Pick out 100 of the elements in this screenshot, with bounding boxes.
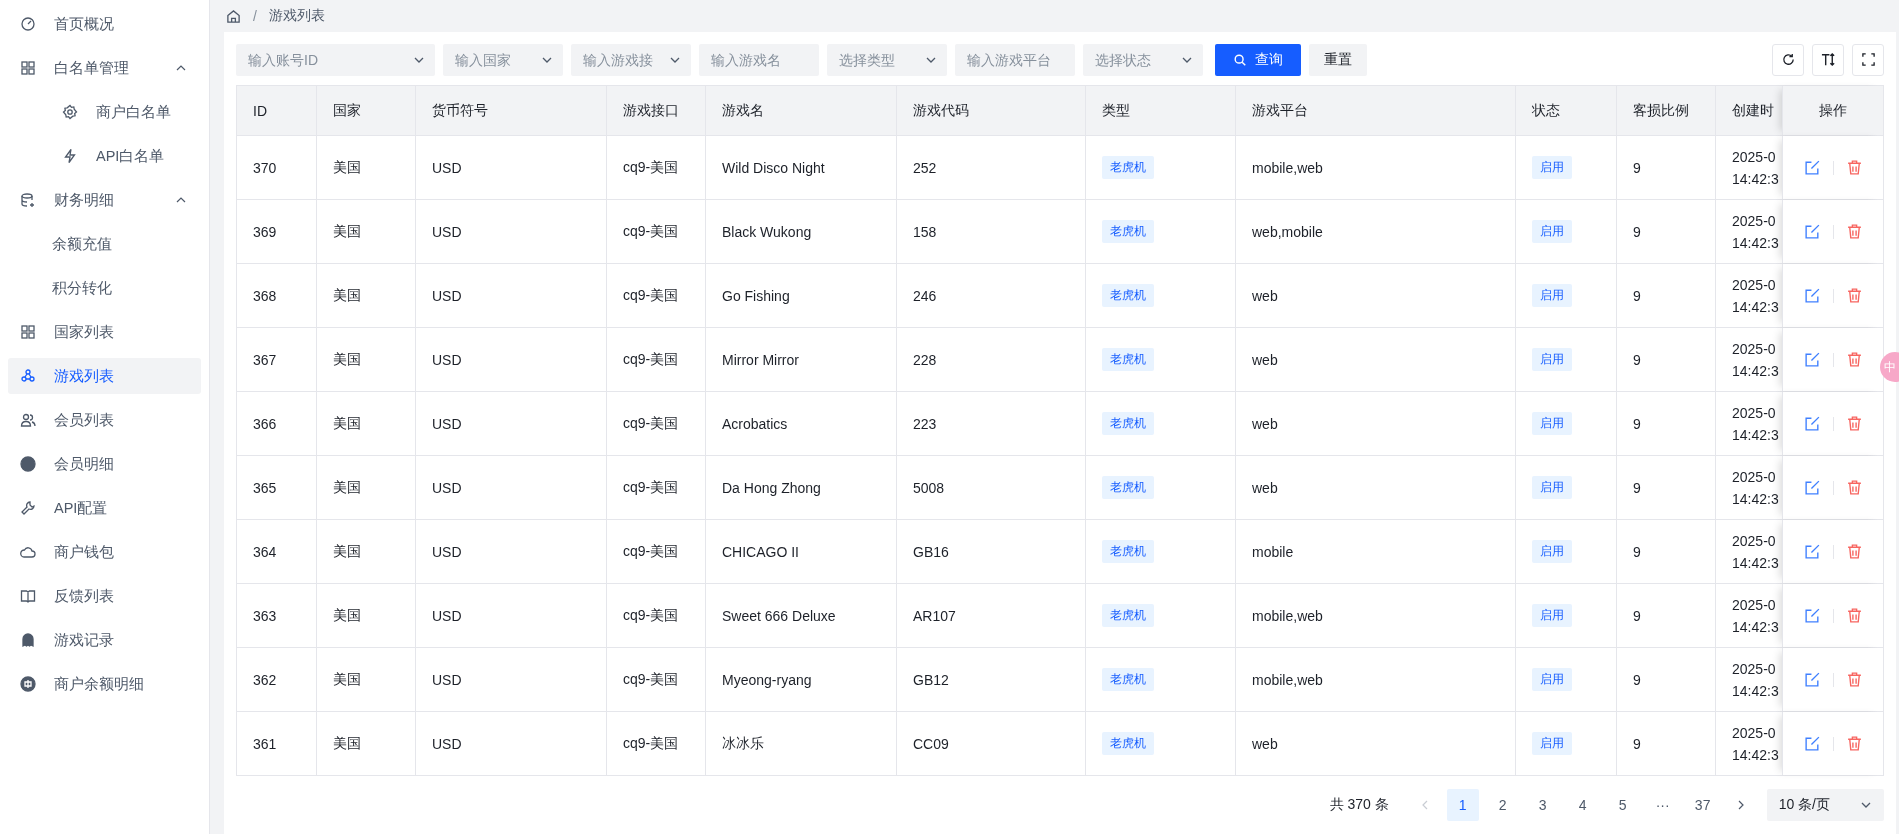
table-cell: 246 bbox=[913, 287, 937, 304]
input-field[interactable]: 输入游戏名 bbox=[699, 43, 819, 76]
wrench-icon bbox=[20, 500, 36, 516]
table-cell: 2025-0 14:42:3 bbox=[1732, 724, 1779, 763]
table-cell: 365 bbox=[253, 479, 277, 496]
edit-icon[interactable] bbox=[1803, 735, 1821, 752]
table-cell: web,mobile bbox=[1252, 223, 1323, 240]
table-cell: CHICAGO II bbox=[722, 543, 799, 560]
edit-icon[interactable] bbox=[1803, 159, 1821, 176]
sidebar-subitem[interactable]: API白名单 bbox=[8, 138, 201, 174]
sidebar-item[interactable]: 反馈列表 bbox=[8, 578, 201, 614]
edit-icon[interactable] bbox=[1803, 479, 1821, 496]
sidebar-subitem[interactable]: 商户白名单 bbox=[8, 94, 201, 130]
table-cell: mobile,web bbox=[1252, 159, 1323, 176]
sidebar-subitem[interactable]: 积分转化 bbox=[8, 270, 201, 306]
delete-icon[interactable] bbox=[1845, 479, 1863, 496]
table-cell: cq9-美国 bbox=[623, 542, 679, 561]
sidebar-subitem[interactable]: 余额充值 bbox=[8, 226, 201, 262]
table-cell: 9 bbox=[1633, 351, 1641, 368]
column-header: 游戏接口 bbox=[606, 86, 705, 135]
edit-icon[interactable] bbox=[1803, 223, 1821, 240]
text-size-icon bbox=[1820, 52, 1836, 67]
table-cell: 9 bbox=[1633, 735, 1641, 752]
gear-icon bbox=[62, 104, 78, 120]
table-cell: 9 bbox=[1633, 479, 1641, 496]
gauge-icon bbox=[20, 16, 36, 32]
sidebar-item[interactable]: 游戏列表 bbox=[8, 358, 201, 394]
table-cell: 美国 bbox=[333, 158, 361, 177]
sidebar-item[interactable]: 财务明细 bbox=[8, 182, 201, 218]
edit-icon[interactable] bbox=[1803, 287, 1821, 304]
delete-icon[interactable] bbox=[1845, 223, 1863, 240]
table-cell: 2025-0 14:42:3 bbox=[1732, 532, 1779, 571]
cloud-icon bbox=[20, 544, 36, 560]
sidebar-item[interactable]: 商户余额明细 bbox=[8, 666, 201, 702]
delete-icon[interactable] bbox=[1845, 735, 1863, 752]
delete-icon[interactable] bbox=[1845, 415, 1863, 432]
sidebar-item[interactable]: 商户钱包 bbox=[8, 534, 201, 570]
table-cell: 366 bbox=[253, 415, 277, 432]
search-button[interactable]: 查询 bbox=[1215, 43, 1301, 76]
delete-icon[interactable] bbox=[1845, 671, 1863, 688]
page-button[interactable]: ··· bbox=[1646, 789, 1679, 821]
tag: 老虎机 bbox=[1102, 476, 1154, 499]
delete-icon[interactable] bbox=[1845, 287, 1863, 304]
fullscreen-button[interactable] bbox=[1852, 43, 1884, 76]
table-cell: 9 bbox=[1633, 607, 1641, 624]
home-icon[interactable] bbox=[226, 8, 241, 24]
table-cell: cq9-美国 bbox=[623, 222, 679, 241]
delete-icon[interactable] bbox=[1845, 351, 1863, 368]
delete-icon[interactable] bbox=[1845, 159, 1863, 176]
edit-icon[interactable] bbox=[1803, 415, 1821, 432]
text-size-button[interactable] bbox=[1812, 43, 1844, 76]
table-cell: 2025-0 14:42:3 bbox=[1732, 660, 1779, 699]
page-button[interactable]: 37 bbox=[1686, 789, 1719, 821]
table-cell: 美国 bbox=[333, 542, 361, 561]
edit-icon[interactable] bbox=[1803, 671, 1821, 688]
page-button[interactable]: 2 bbox=[1486, 789, 1519, 821]
column-header: 游戏平台 bbox=[1235, 86, 1515, 135]
sidebar-item[interactable]: 会员明细 bbox=[8, 446, 201, 482]
page-button[interactable]: 4 bbox=[1566, 789, 1599, 821]
column-header: 货币符号 bbox=[415, 86, 606, 135]
select-field[interactable]: 选择类型 bbox=[827, 43, 947, 76]
tag: 启用 bbox=[1532, 348, 1572, 371]
edit-icon[interactable] bbox=[1803, 607, 1821, 624]
tag: 老虎机 bbox=[1102, 732, 1154, 755]
sidebar-item[interactable]: API配置 bbox=[8, 490, 201, 526]
sidebar-item[interactable]: 游戏记录 bbox=[8, 622, 201, 658]
refresh-button[interactable] bbox=[1772, 43, 1804, 76]
sidebar-item[interactable]: 会员列表 bbox=[8, 402, 201, 438]
table-cell: USD bbox=[432, 543, 462, 560]
sidebar-item[interactable]: 首页概况 bbox=[8, 6, 201, 42]
tag: 启用 bbox=[1532, 604, 1572, 627]
page-size-select[interactable]: 10 条/页 bbox=[1766, 789, 1884, 821]
table-cell: 9 bbox=[1633, 223, 1641, 240]
select-field[interactable]: 选择状态 bbox=[1083, 43, 1203, 76]
page-button[interactable]: 5 bbox=[1606, 789, 1639, 821]
delete-icon[interactable] bbox=[1845, 607, 1863, 624]
table-cell: web bbox=[1252, 735, 1278, 752]
page-button[interactable]: 3 bbox=[1526, 789, 1559, 821]
page-button[interactable]: 1 bbox=[1446, 789, 1479, 821]
table-cell: USD bbox=[432, 287, 462, 304]
delete-icon[interactable] bbox=[1845, 543, 1863, 560]
select-field[interactable]: 输入账号ID bbox=[236, 43, 435, 76]
select-field[interactable]: 输入游戏接 bbox=[571, 43, 691, 76]
edit-icon[interactable] bbox=[1803, 351, 1821, 368]
table-cell: 370 bbox=[253, 159, 277, 176]
table-cell: 2025-0 14:42:3 bbox=[1732, 212, 1779, 251]
table-cell: 367 bbox=[253, 351, 277, 368]
breadcrumb-separator: / bbox=[253, 8, 257, 24]
sidebar-item[interactable]: 国家列表 bbox=[8, 314, 201, 350]
table-cell: web bbox=[1252, 415, 1278, 432]
table-cell: 美国 bbox=[333, 286, 361, 305]
edit-icon[interactable] bbox=[1803, 543, 1821, 560]
select-field[interactable]: 输入国家 bbox=[443, 43, 563, 76]
sidebar-item[interactable]: 白名单管理 bbox=[8, 50, 201, 86]
input-field[interactable]: 输入游戏平台 bbox=[955, 43, 1075, 76]
tag: 启用 bbox=[1532, 732, 1572, 755]
reset-button[interactable]: 重置 bbox=[1309, 43, 1367, 76]
book-icon bbox=[20, 588, 36, 604]
breadcrumb-current: 游戏列表 bbox=[268, 7, 325, 25]
table-cell: USD bbox=[432, 415, 462, 432]
